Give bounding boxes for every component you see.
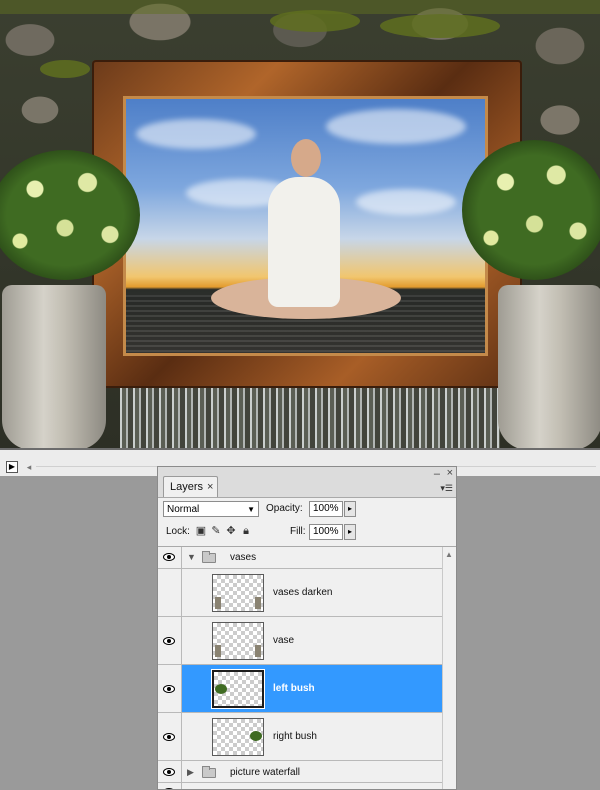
fill-slider-button[interactable]: ▸ (344, 524, 356, 540)
lock-image-brush-icon[interactable]: ✎ (210, 525, 222, 537)
layer-name: vases darken (273, 587, 333, 598)
panel-menu-icon[interactable]: ▾☰ (439, 483, 453, 493)
blend-row: Normal ▼ Opacity: 100% ▸ (163, 501, 453, 519)
scroll-up-icon[interactable]: ▲ (445, 550, 453, 559)
opacity-input[interactable]: 100% (309, 501, 343, 517)
blend-mode-select[interactable]: Normal ▼ (163, 501, 259, 517)
layer-thumbnail (212, 622, 264, 660)
visibility-cell[interactable] (158, 713, 182, 760)
chevron-down-icon: ▼ (247, 505, 255, 514)
left-vase (2, 285, 106, 448)
lock-transparency-icon[interactable]: ▣ (195, 525, 207, 537)
layers-list: ▼ vases vases darken vase left bush righ… (158, 546, 456, 789)
eye-icon (163, 768, 175, 776)
eye-icon (163, 553, 175, 561)
visibility-cell[interactable] (158, 617, 182, 664)
right-bush (462, 140, 600, 280)
close-icon[interactable]: × (447, 467, 453, 479)
fill-label: Fill: (290, 526, 306, 537)
play-triangle-icon[interactable]: ▶ (6, 461, 18, 473)
visibility-cell[interactable] (158, 569, 182, 616)
layer-vase[interactable]: vase (158, 617, 442, 665)
figure-body (268, 177, 340, 307)
visibility-cell[interactable] (158, 783, 182, 789)
layer-right-bush[interactable]: right bush (158, 713, 442, 761)
layer-thumbnail (211, 669, 265, 709)
layer-name: vases (230, 552, 257, 563)
lock-position-move-icon[interactable]: ✥ (225, 525, 237, 537)
layer-vases-darken[interactable]: vases darken (158, 569, 442, 617)
close-icon[interactable]: × (207, 477, 213, 497)
visibility-cell[interactable] (158, 761, 182, 782)
layer-name: left bush (273, 683, 315, 694)
blend-mode-value: Normal (167, 504, 200, 515)
moss-patch (40, 60, 90, 78)
minimize-icon[interactable]: – (434, 468, 440, 480)
lock-all-padlock-icon[interactable]: 🔒︎ (240, 525, 252, 537)
opacity-label: Opacity: (266, 503, 303, 514)
layers-panel: Layers × – × ▾☰ Normal ▼ Opacity: 100% ▸… (157, 466, 457, 790)
waterfall (120, 388, 500, 448)
tab-label: Layers (170, 481, 204, 493)
layer-group-picture-waterfall[interactable]: ▶ picture waterfall (158, 761, 442, 783)
moss-patch (270, 10, 360, 32)
layer-left-bush-selected[interactable]: left bush (158, 665, 442, 713)
folder-icon (202, 551, 216, 563)
figure-head (291, 139, 321, 177)
framed-photo (123, 96, 488, 356)
lock-label: Lock: (166, 526, 190, 537)
eye-icon (163, 637, 175, 645)
visibility-cell[interactable] (158, 547, 182, 568)
panel-header: Layers × – × ▾☰ (158, 467, 456, 498)
eye-icon (163, 733, 175, 741)
layer-name: right bush (273, 731, 317, 742)
chevron-right-icon[interactable]: ▶ (187, 767, 194, 778)
right-vase (498, 285, 600, 448)
moss-patch (380, 14, 500, 38)
tab-layers[interactable]: Layers × (163, 476, 219, 497)
layer-thumbnail (212, 718, 264, 756)
visibility-cell[interactable] (158, 665, 182, 712)
layer-row-partial[interactable] (158, 783, 442, 789)
selection-highlight: left bush (182, 665, 442, 712)
picture-frame (92, 60, 522, 388)
layer-name: picture waterfall (230, 767, 301, 778)
chevron-down-icon[interactable]: ▼ (187, 552, 196, 562)
opacity-slider-button[interactable]: ▸ (344, 501, 356, 517)
fill-input[interactable]: 100% (309, 524, 343, 540)
document-canvas[interactable] (0, 0, 600, 448)
eye-icon (163, 685, 175, 693)
chevron-left-icon[interactable]: ◂ (24, 460, 34, 474)
layer-name: vase (273, 635, 295, 646)
lock-row: Lock: ▣ ✎ ✥ 🔒︎ Fill: 100% ▸ (163, 524, 453, 542)
layer-thumbnail (212, 574, 264, 612)
folder-icon (202, 766, 216, 778)
layers-scrollbar[interactable]: ▲ (442, 547, 456, 789)
layer-group-vases[interactable]: ▼ vases (158, 547, 442, 569)
